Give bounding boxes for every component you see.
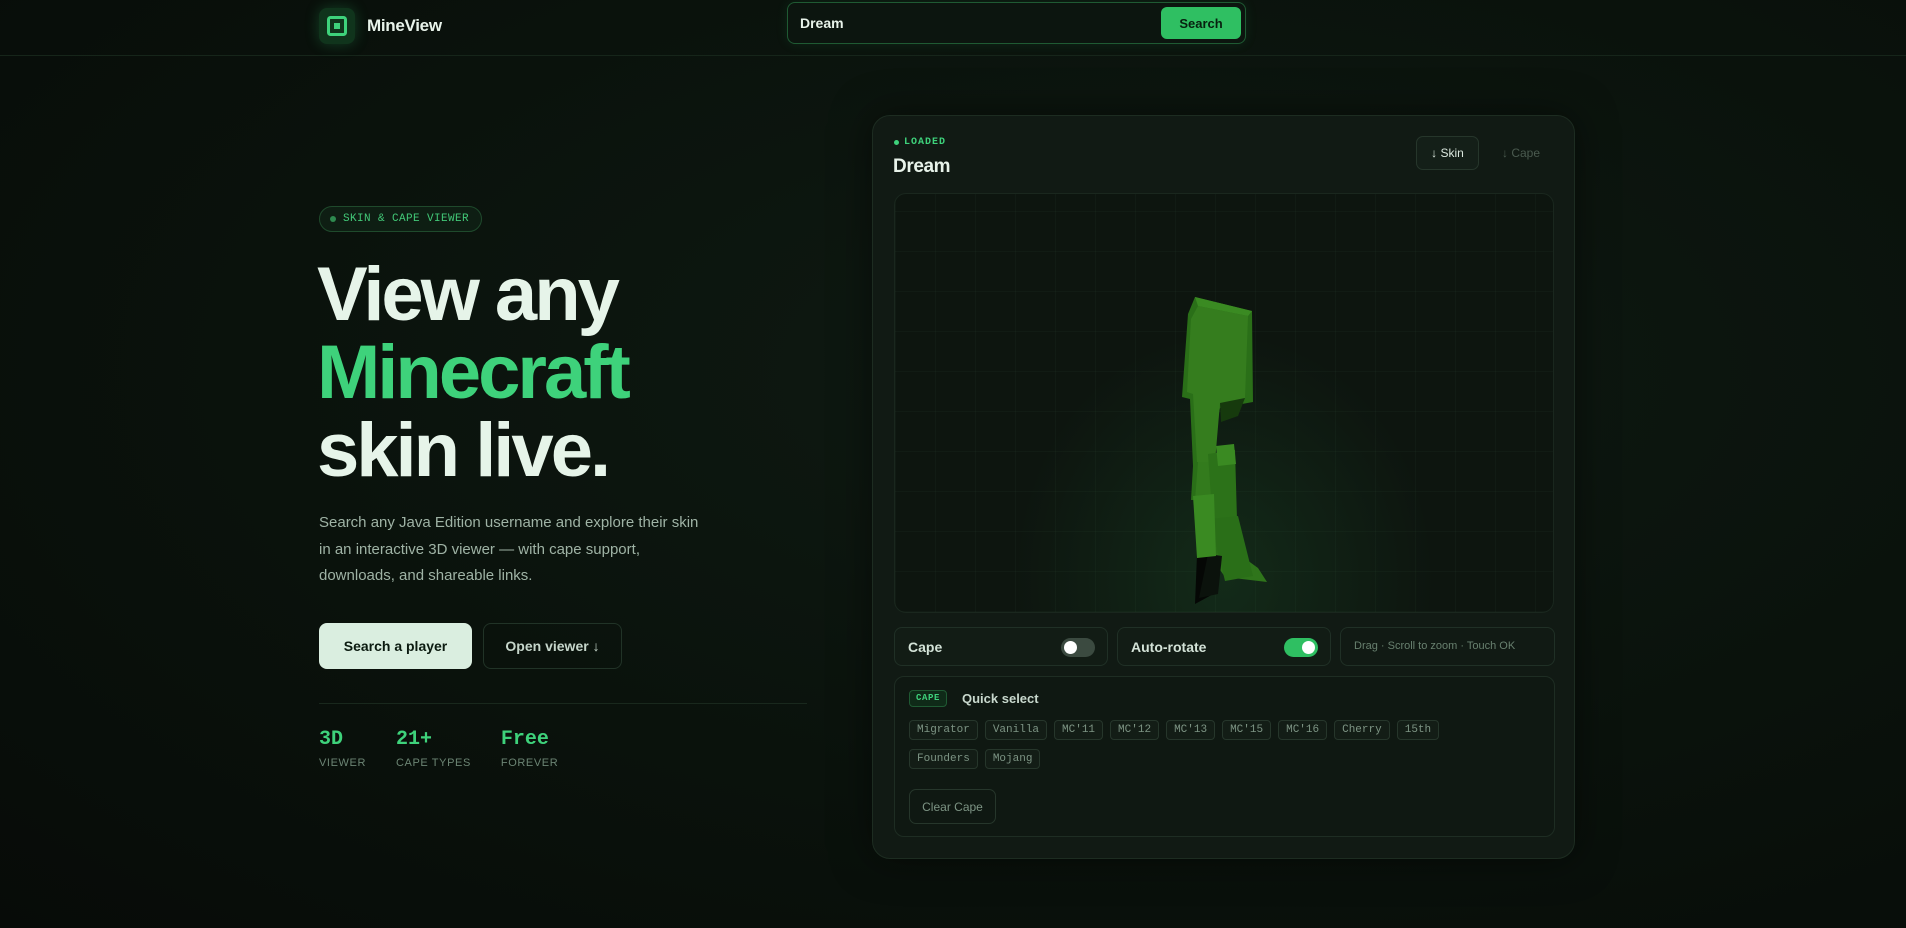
autorotate-toggle-switch[interactable] bbox=[1284, 638, 1318, 657]
cape-option-mc13[interactable]: MC'13 bbox=[1166, 720, 1216, 740]
cape-toggle-control: Cape bbox=[894, 627, 1108, 666]
cube-logo-icon bbox=[319, 8, 355, 44]
cape-option-migrator[interactable]: Migrator bbox=[909, 720, 978, 740]
stat-item: 3D VIEWER bbox=[319, 728, 366, 769]
toggle-knob bbox=[1064, 641, 1077, 654]
download-cape-button[interactable]: ↓ Cape bbox=[1488, 136, 1554, 170]
brand[interactable]: MineView bbox=[319, 8, 442, 44]
quick-select-title: Quick select bbox=[962, 691, 1039, 706]
hero-badge-label: SKIN & CAPE VIEWER bbox=[343, 213, 470, 225]
search-player-button[interactable]: Search a player bbox=[319, 623, 472, 669]
search-input[interactable] bbox=[800, 10, 1140, 36]
cape-option-mc11[interactable]: MC'11 bbox=[1054, 720, 1104, 740]
stats-row: 3D VIEWER 21+ CAPE TYPES Free FOREVER bbox=[319, 728, 558, 769]
status-label: LOADED bbox=[904, 137, 947, 148]
player-search-bar: Search bbox=[787, 2, 1246, 44]
player-name: Dream bbox=[893, 156, 951, 177]
stat-label: VIEWER bbox=[319, 757, 366, 769]
cape-option-mc16[interactable]: MC'16 bbox=[1278, 720, 1328, 740]
stat-value: 21+ bbox=[396, 728, 433, 751]
top-navigation-bar: MineView Search bbox=[0, 0, 1906, 56]
clear-cape-button[interactable]: Clear Cape bbox=[909, 789, 996, 824]
cape-option-list: Migrator Vanilla MC'11 MC'12 MC'13 MC'15… bbox=[909, 720, 1509, 769]
3d-skin-viewer-canvas[interactable] bbox=[894, 193, 1554, 613]
cape-option-mc12[interactable]: MC'12 bbox=[1110, 720, 1160, 740]
cape-option-mc15[interactable]: MC'15 bbox=[1222, 720, 1272, 740]
status-dot-icon bbox=[894, 140, 899, 145]
cape-option-vanilla[interactable]: Vanilla bbox=[984, 720, 1048, 740]
search-button[interactable]: Search bbox=[1161, 7, 1241, 39]
cape-toggle-label: Cape bbox=[908, 639, 943, 655]
cape-quick-select: CAPE Quick select Migrator Vanilla MC'11… bbox=[894, 676, 1555, 837]
autorotate-toggle-label: Auto-rotate bbox=[1131, 639, 1207, 655]
hero-title-line-1: View any bbox=[317, 252, 620, 337]
viewer-hint-text: Drag · Scroll to zoom · Touch OK bbox=[1354, 640, 1516, 652]
cape-tag: CAPE bbox=[909, 690, 948, 707]
cape-toggle-switch[interactable] bbox=[1061, 638, 1095, 657]
open-viewer-button[interactable]: Open viewer ↓ bbox=[483, 623, 622, 669]
cape-option-mojang[interactable]: Mojang bbox=[984, 749, 1041, 769]
hero-title-line-2: Minecraft bbox=[317, 330, 631, 415]
divider bbox=[319, 703, 807, 704]
toggle-knob bbox=[1302, 641, 1315, 654]
autorotate-toggle-control: Auto-rotate bbox=[1117, 627, 1331, 666]
stat-value: Free bbox=[500, 728, 549, 751]
player-model bbox=[1182, 297, 1267, 604]
hero-title: View any Minecraft skin live. bbox=[317, 256, 737, 490]
hero-badge: SKIN & CAPE VIEWER bbox=[319, 206, 483, 232]
download-skin-button[interactable]: ↓ Skin bbox=[1416, 136, 1479, 170]
brand-name: MineView bbox=[367, 16, 442, 35]
cape-option-founders[interactable]: Founders bbox=[909, 749, 978, 769]
stat-value: 3D bbox=[319, 728, 344, 751]
stat-item: 21+ CAPE TYPES bbox=[396, 728, 471, 769]
stat-label: CAPE TYPES bbox=[396, 757, 471, 769]
cape-option-cherry[interactable]: Cherry bbox=[1334, 720, 1390, 740]
stat-label: FOREVER bbox=[500, 757, 559, 769]
cape-option-15th[interactable]: 15th bbox=[1396, 720, 1440, 740]
dot-icon bbox=[330, 216, 336, 222]
stat-item: Free FOREVER bbox=[501, 728, 558, 769]
hero-description: Search any Java Edition username and exp… bbox=[319, 514, 699, 584]
hero-title-line-3: skin live. bbox=[317, 408, 611, 493]
load-status: LOADED bbox=[894, 137, 946, 148]
skin-viewer-panel: LOADED Dream ↓ Skin ↓ Cape Cape Auto-rot… bbox=[872, 115, 1575, 859]
viewer-hint: Drag · Scroll to zoom · Touch OK bbox=[1340, 627, 1555, 666]
